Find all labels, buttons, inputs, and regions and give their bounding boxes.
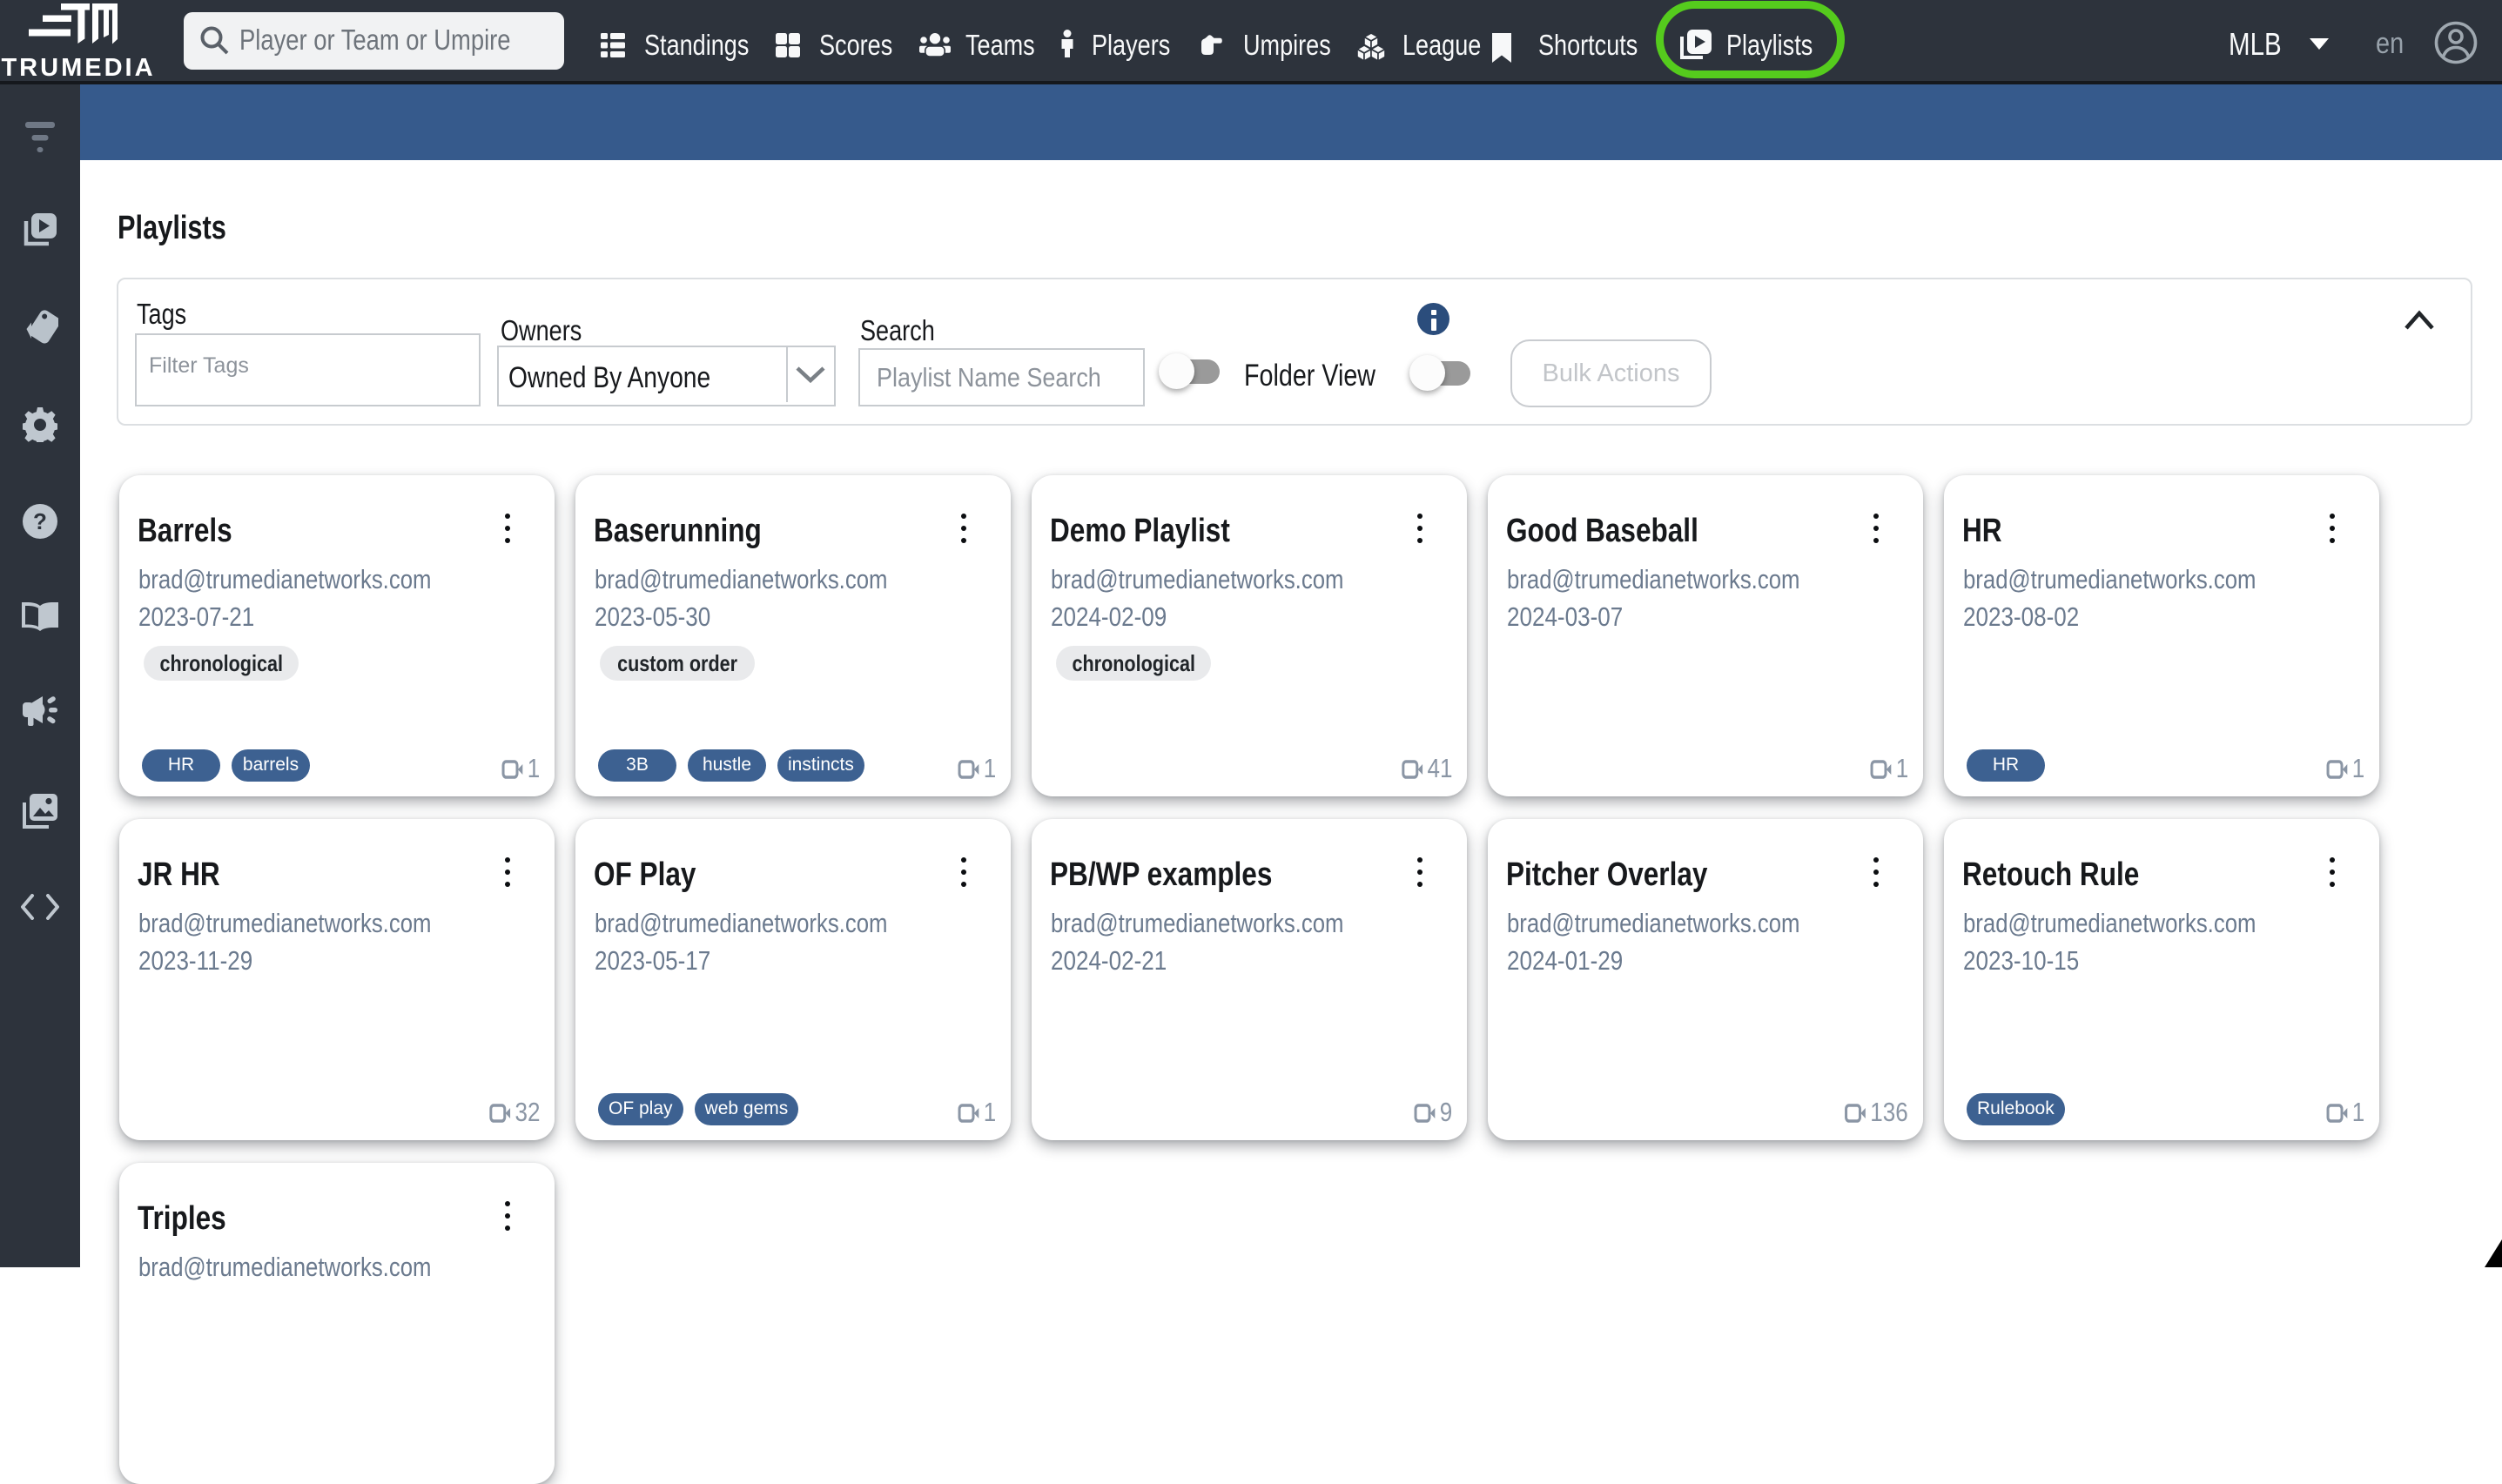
svg-text:?: ? (33, 508, 47, 534)
